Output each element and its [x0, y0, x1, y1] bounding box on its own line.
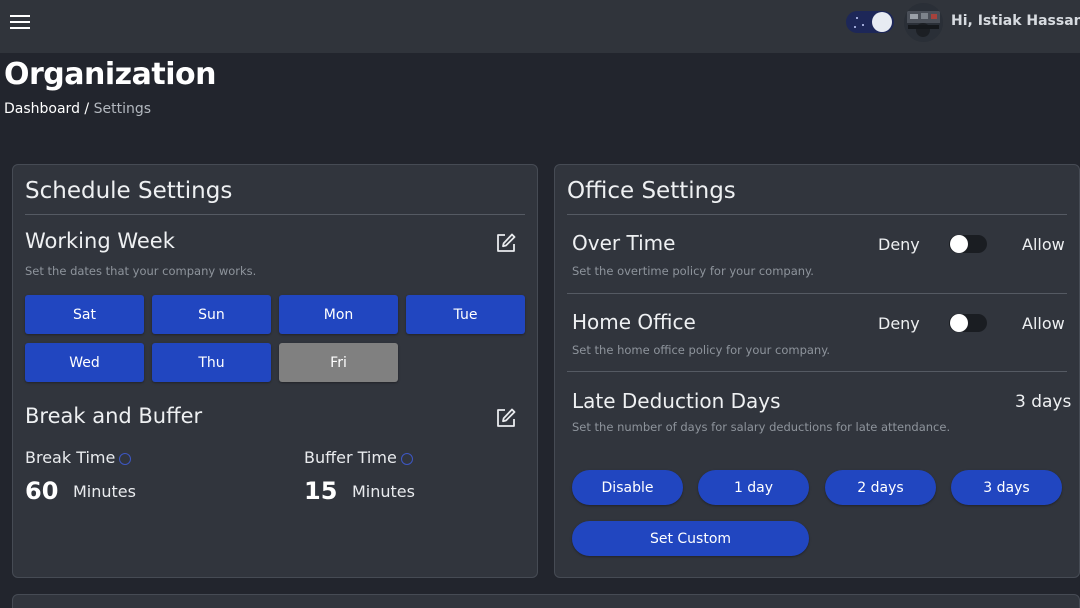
breadcrumb-current: Settings — [93, 101, 152, 117]
moon-icon — [872, 12, 892, 32]
deduction-3-days-button[interactable]: 3 days — [951, 470, 1062, 505]
avatar[interactable] — [904, 3, 943, 42]
edit-icon[interactable] — [495, 407, 517, 429]
overtime-allow-label: Allow — [1022, 235, 1065, 254]
page-title: Organization — [4, 57, 216, 92]
deduction-1-day-button[interactable]: 1 day — [698, 470, 809, 505]
break-time-label: Break Time — [25, 448, 116, 467]
schedule-settings-title: Schedule Settings — [25, 178, 233, 204]
user-menu[interactable]: Hi, Istiak Hassan⌄ — [951, 13, 1080, 29]
top-bar: Hi, Istiak Hassan⌄ — [0, 0, 1080, 53]
divider — [567, 371, 1067, 372]
home-office-deny-label: Deny — [878, 314, 920, 333]
buffer-time-label: Buffer Time — [304, 448, 397, 467]
overtime-deny-label: Deny — [878, 235, 920, 254]
working-week-title: Working Week — [25, 229, 175, 253]
home-office-title: Home Office — [572, 310, 696, 334]
break-time-unit: Minutes — [73, 482, 136, 501]
theme-toggle[interactable] — [846, 11, 894, 33]
office-settings-title: Office Settings — [567, 178, 736, 204]
late-deduction-title: Late Deduction Days — [572, 389, 781, 413]
deduction-disable-button[interactable]: Disable — [572, 470, 683, 505]
schedule-settings-card: Schedule Settings Working Week Set the d… — [12, 164, 538, 578]
set-custom-button[interactable]: Set Custom — [572, 521, 809, 556]
user-greeting: Hi, Istiak Hassan — [951, 13, 1080, 29]
break-buffer-title: Break and Buffer — [25, 404, 203, 428]
buffer-time-unit: Minutes — [352, 482, 415, 501]
hamburger-icon[interactable] — [10, 15, 30, 31]
late-deduction-value: 3 days — [1015, 392, 1072, 412]
day-fri-button[interactable]: Fri — [279, 343, 398, 382]
home-office-helper: Set the home office policy for your comp… — [572, 343, 831, 357]
day-sun-button[interactable]: Sun — [152, 295, 271, 334]
next-card — [12, 594, 1080, 608]
home-office-toggle[interactable] — [949, 314, 987, 332]
overtime-title: Over Time — [572, 231, 676, 255]
buffer-time-value: 15 — [304, 477, 338, 505]
info-icon[interactable] — [119, 453, 131, 465]
day-tue-button[interactable]: Tue — [406, 295, 525, 334]
edit-icon[interactable] — [495, 232, 517, 254]
day-thu-button[interactable]: Thu — [152, 343, 271, 382]
day-wed-button[interactable]: Wed — [25, 343, 144, 382]
home-office-allow-label: Allow — [1022, 314, 1065, 333]
day-sat-button[interactable]: Sat — [25, 295, 144, 334]
break-time-value: 60 — [25, 477, 59, 505]
day-mon-button[interactable]: Mon — [279, 295, 398, 334]
divider — [567, 293, 1067, 294]
divider — [567, 214, 1067, 215]
breadcrumb-separator: / — [84, 101, 90, 117]
late-deduction-helper: Set the number of days for salary deduct… — [572, 420, 951, 434]
info-icon[interactable] — [401, 453, 413, 465]
office-settings-card: Office Settings Over Time Deny Allow Set… — [554, 164, 1080, 578]
breadcrumb: Dashboard / Settings — [4, 101, 151, 117]
deduction-2-days-button[interactable]: 2 days — [825, 470, 936, 505]
overtime-helper: Set the overtime policy for your company… — [572, 264, 814, 278]
divider — [25, 214, 525, 215]
breadcrumb-dashboard[interactable]: Dashboard — [4, 101, 80, 117]
working-week-helper: Set the dates that your company works. — [25, 264, 257, 278]
overtime-toggle[interactable] — [949, 235, 987, 253]
